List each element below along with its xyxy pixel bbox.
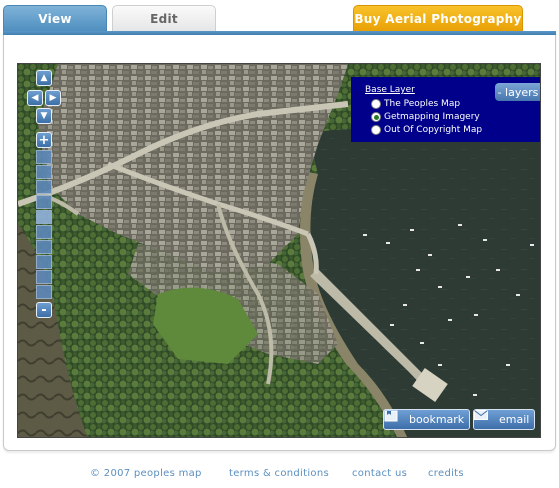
zoom-bar-level[interactable] <box>36 165 52 179</box>
bookmark-label: bookmark <box>409 413 465 426</box>
aerial-map[interactable]: ▲ ◀ ▶ ▼ + - Base Layer The Peoples Map G… <box>17 63 541 438</box>
zoom-bar-level[interactable] <box>36 225 52 239</box>
zoom-bar-level[interactable] <box>36 255 52 269</box>
layer-option-label: Getmapping Imagery <box>384 112 480 122</box>
footer-credits-link[interactable]: credits <box>428 468 464 479</box>
zoom-bar-level[interactable] <box>36 240 52 254</box>
zoom-in-button[interactable]: + <box>36 132 52 148</box>
layer-option-label: The Peoples Map <box>384 99 461 109</box>
layer-option-label: Out Of Copyright Map <box>384 125 483 135</box>
radio-checked-icon[interactable] <box>371 112 381 122</box>
bookmark-icon <box>384 410 403 426</box>
panel-top-bar <box>3 31 556 35</box>
zoom-out-button[interactable]: - <box>36 302 52 318</box>
footer-copyright-link[interactable]: © 2007 peoples map <box>90 468 202 479</box>
zoom-bar-level[interactable] <box>36 180 52 194</box>
zoom-bar-level[interactable] <box>36 150 52 164</box>
radio-icon[interactable] <box>371 99 381 109</box>
envelope-icon <box>474 410 493 426</box>
tab-bar: View Edit Buy Aerial Photography <box>0 0 559 34</box>
layer-option-getmapping-imagery[interactable]: Getmapping Imagery <box>371 112 480 122</box>
footer: © 2007 peoples map terms & conditions co… <box>0 468 559 484</box>
base-layer-title: Base Layer <box>365 85 415 95</box>
layer-option-out-of-copyright-map[interactable]: Out Of Copyright Map <box>371 125 482 135</box>
pan-up-button[interactable]: ▲ <box>36 70 52 86</box>
tab-view[interactable]: View <box>3 5 107 32</box>
email-button[interactable]: email <box>473 409 535 430</box>
zoom-bar-level[interactable] <box>36 195 52 209</box>
zoom-bar-level[interactable] <box>36 270 52 284</box>
buy-aerial-photography-tab[interactable]: Buy Aerial Photography <box>353 5 523 32</box>
bookmark-button[interactable]: bookmark <box>383 409 470 430</box>
zoom-slider-handle[interactable] <box>36 210 52 224</box>
pan-left-button[interactable]: ◀ <box>27 90 43 106</box>
email-label: email <box>499 413 530 426</box>
pan-right-button[interactable]: ▶ <box>45 90 61 106</box>
layers-toggle-button[interactable]: - layers <box>495 83 540 101</box>
pan-down-button[interactable]: ▼ <box>36 108 52 124</box>
layer-option-peoples-map[interactable]: The Peoples Map <box>371 99 460 109</box>
zoom-bar-level[interactable] <box>36 285 52 299</box>
footer-terms-link[interactable]: terms & conditions <box>229 468 329 479</box>
radio-icon[interactable] <box>371 125 381 135</box>
footer-contact-link[interactable]: contact us <box>352 468 407 479</box>
tab-edit[interactable]: Edit <box>112 5 216 32</box>
